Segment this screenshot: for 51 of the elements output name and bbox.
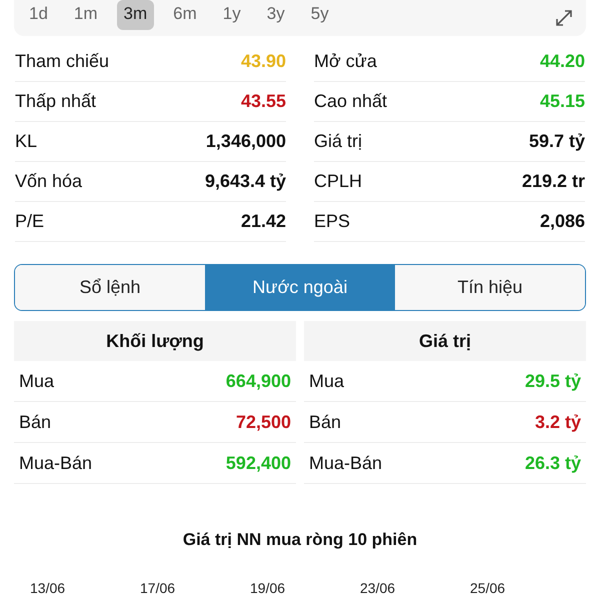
stat-value: 43.55 bbox=[240, 91, 286, 112]
row-label: Mua-Bán bbox=[19, 452, 92, 474]
date-label: 17/06 bbox=[140, 580, 176, 596]
stat-value: 59.7 tỷ bbox=[528, 131, 585, 152]
range-tab[interactable]: 3y bbox=[260, 0, 292, 30]
date-label: 25/06 bbox=[470, 580, 506, 596]
expand-icon[interactable] bbox=[554, 8, 574, 28]
stat-value: 219.2 tr bbox=[522, 171, 585, 192]
range-tab[interactable]: 1d bbox=[22, 0, 55, 30]
stat-label: Giá trị bbox=[314, 131, 362, 152]
range-tab[interactable]: 1y bbox=[216, 0, 248, 30]
date-label: 13/06 bbox=[30, 580, 66, 596]
stat-label: Vốn hóa bbox=[15, 171, 82, 192]
row-value: 26.3 tỷ bbox=[524, 452, 581, 474]
stat-label: P/E bbox=[15, 211, 44, 232]
chart-title: Giá trị NN mua ròng 10 phiên bbox=[182, 530, 418, 550]
row-label: Bán bbox=[309, 412, 342, 432]
stat-label: KL bbox=[15, 131, 38, 152]
date-label: 19/06 bbox=[250, 580, 286, 596]
section-tab[interactable]: Tín hiệu bbox=[395, 265, 585, 310]
row-label: Mua bbox=[309, 370, 344, 392]
row-value: 3.2 tỷ bbox=[534, 412, 581, 432]
stat-label: EPS bbox=[314, 211, 350, 232]
stat-value: 21.42 bbox=[240, 211, 286, 232]
stat-label: Tham chiếu bbox=[15, 51, 110, 72]
section-tab[interactable]: Sổ lệnh bbox=[15, 265, 205, 310]
date-label: 23/06 bbox=[360, 580, 396, 596]
stat-value: 45.15 bbox=[540, 91, 585, 112]
row-value: 72,500 bbox=[236, 412, 291, 432]
row-label: Mua-Bán bbox=[309, 452, 382, 474]
range-tab[interactable]: 5y bbox=[304, 0, 336, 30]
range-tab[interactable]: 1m bbox=[66, 0, 105, 30]
row-label: Mua bbox=[19, 370, 54, 392]
stat-value: 2,086 bbox=[540, 211, 585, 232]
stat-value: 44.20 bbox=[540, 51, 585, 72]
section-tab[interactable]: Nước ngoài bbox=[205, 265, 395, 310]
stat-label: CPLH bbox=[314, 171, 362, 192]
range-tab[interactable]: 6m bbox=[166, 0, 204, 30]
stat-value: 1,346,000 bbox=[206, 131, 286, 152]
table-header: Giá trị bbox=[304, 321, 586, 361]
row-value: 29.5 tỷ bbox=[524, 370, 581, 392]
stat-value: 9,643.4 tỷ bbox=[204, 171, 286, 192]
stat-label: Cao nhất bbox=[314, 91, 388, 112]
row-label: Bán bbox=[19, 412, 52, 432]
stat-label: Thấp nhất bbox=[15, 91, 96, 112]
stat-label: Mở cửa bbox=[314, 51, 377, 72]
range-tab[interactable]: 3m bbox=[116, 0, 154, 30]
row-value: 664,900 bbox=[226, 370, 291, 392]
table-header: Khối lượng bbox=[14, 321, 296, 361]
stat-value: 43.90 bbox=[240, 51, 286, 72]
row-value: 592,400 bbox=[226, 452, 291, 474]
